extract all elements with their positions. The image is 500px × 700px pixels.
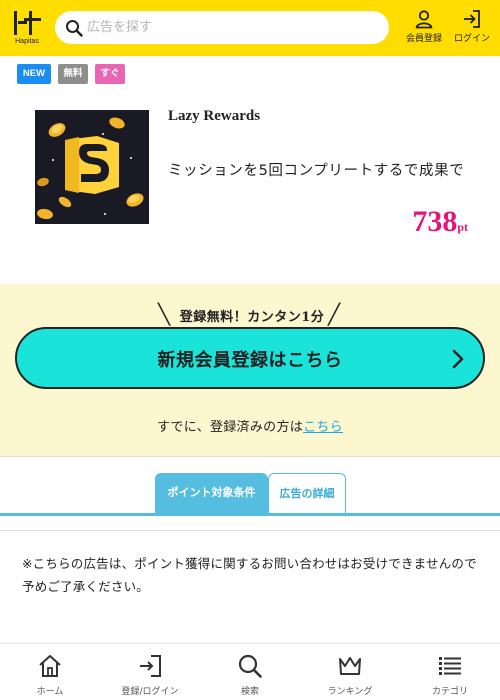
login-icon [140, 655, 161, 677]
login-icon [464, 10, 480, 28]
tab-divider [0, 530, 500, 531]
tab-point-conditions[interactable]: ポイント対象条件 [155, 473, 268, 513]
ad-title[interactable]: Lazy Rewards [168, 108, 260, 125]
tab-underline [0, 513, 500, 516]
register-button-label: 新規会員登録はこちら [157, 350, 343, 371]
section-divider [0, 456, 500, 457]
tagline-left-slash-icon: ╲ [158, 302, 171, 326]
search-icon [66, 20, 83, 37]
login-header-label: ログイン [453, 34, 490, 44]
tab-ad-details[interactable]: 広告の詳細 [268, 473, 346, 513]
registration-tagline: 登録無料！カンタン1分 [179, 310, 325, 325]
nav-home-label: ホーム [36, 687, 64, 697]
hapitas-logo[interactable]: Hapitas [12, 9, 42, 45]
tag-free: 無料 [58, 64, 88, 84]
nav-search-label: 検索 [240, 687, 259, 697]
register-header-label: 会員登録 [405, 34, 442, 44]
points-unit: pt [457, 220, 468, 234]
nav-category-label: カテゴリ [431, 687, 468, 697]
tag-new: NEW [17, 64, 51, 84]
tag-soon: すぐ [95, 64, 125, 84]
nav-search[interactable]: 検索 [200, 644, 300, 700]
user-icon [415, 10, 433, 29]
login-link[interactable]: こちら [303, 420, 343, 435]
ad-notice: ※こちらの広告は、ポイント獲得に関するお問い合わせはお受けできませんので予めご了… [22, 556, 477, 594]
nav-category[interactable]: カテゴリ [400, 644, 500, 700]
ad-description: ミッションを5回コンプリートするで成果で [168, 163, 465, 179]
nav-home[interactable]: ホーム [0, 644, 100, 700]
app-header: Hapitas 会員登録 ログイン [0, 0, 500, 56]
ad-points: 738pt [412, 205, 468, 239]
login-prompt-text: すでに、登録済みの方は [157, 420, 304, 435]
register-button[interactable]: 新規会員登録はこちら [15, 327, 485, 389]
login-header-button[interactable]: ログイン [448, 9, 496, 49]
tagline-right-slash-icon: ╱ [328, 302, 341, 326]
chevron-right-icon [452, 349, 464, 369]
nav-ranking-label: ランキング [327, 687, 373, 697]
login-prompt: すでに、登録済みの方はこちら [0, 416, 500, 435]
logo-mark-icon [14, 11, 41, 35]
list-icon [439, 657, 461, 675]
nav-login-label: 登録/ログイン [121, 687, 179, 697]
home-icon [39, 655, 61, 677]
logo-text: Hapitas [15, 38, 39, 45]
lazy-rewards-logo-icon [35, 110, 149, 224]
crown-icon [339, 657, 361, 675]
points-value: 738 [412, 205, 458, 238]
search-icon [238, 654, 262, 678]
search-input[interactable] [87, 11, 377, 44]
search-bar[interactable] [55, 11, 389, 44]
registration-tagline-row: ╲ 登録無料！カンタン1分 ╱ [0, 302, 500, 326]
ad-thumbnail[interactable] [35, 110, 149, 224]
nav-login[interactable]: 登録/ログイン [100, 644, 200, 700]
nav-ranking[interactable]: ランキング [300, 644, 400, 700]
bottom-nav: ホーム 登録/ログイン 検索 ランキング カテゴリ [0, 643, 500, 700]
register-header-button[interactable]: 会員登録 [400, 9, 448, 49]
